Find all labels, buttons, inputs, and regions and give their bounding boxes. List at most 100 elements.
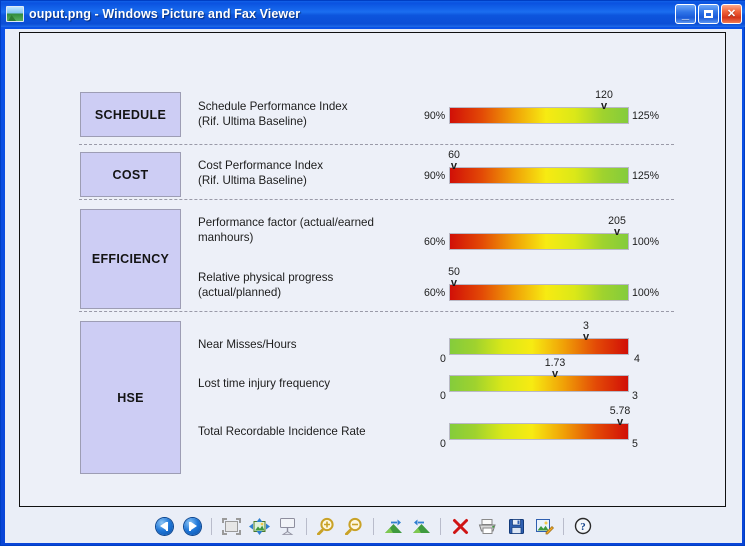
gauge-max-label: 100% [632, 236, 659, 248]
metric-label: Schedule Performance Index (Rif. Ultima … [198, 100, 418, 129]
gauge-marker: 3 v [583, 321, 589, 342]
rotate-ccw-icon [411, 518, 432, 535]
category-box-hse: HSE [80, 321, 181, 474]
actual-size-button[interactable] [248, 515, 270, 537]
best-fit-icon [222, 518, 241, 535]
gauge-min-label: 0 [440, 353, 446, 365]
maximize-button[interactable] [698, 4, 719, 24]
window-controls: _ ✕ [675, 4, 742, 24]
next-icon [184, 518, 201, 535]
previous-icon [156, 518, 173, 535]
close-button[interactable]: ✕ [721, 4, 742, 24]
metric-label: Relative physical progress (actual/plann… [198, 271, 413, 300]
category-box-efficiency: EFFICIENCY [80, 209, 181, 309]
picture-file-icon [6, 6, 24, 22]
gauge-bar [449, 284, 629, 301]
gauge-marker: 5.78 v [610, 406, 631, 427]
rotate-counterclockwise-button[interactable] [410, 515, 432, 537]
toolbar-separator [373, 518, 374, 535]
minimize-button[interactable]: _ [675, 4, 696, 24]
toolbar-separator [306, 518, 307, 535]
category-label: HSE [117, 391, 144, 405]
gauge-max-label: 4 [634, 353, 640, 365]
toolbar-separator [211, 518, 212, 535]
metric-label: Cost Performance Index (Rif. Ultima Base… [198, 159, 418, 188]
gauge-max-label: 125% [632, 170, 659, 182]
gauge-marker-caret: v [545, 369, 566, 379]
gauge-marker: 120 v [595, 90, 613, 111]
gauge-marker-caret: v [595, 101, 613, 111]
printer-icon [478, 518, 498, 535]
gauge-marker: 1.73 v [545, 358, 566, 379]
gauge-bar [449, 423, 629, 440]
window-title: ouput.png - Windows Picture and Fax View… [29, 7, 300, 21]
category-label: SCHEDULE [95, 108, 166, 122]
gauge-min-label: 90% [424, 110, 445, 122]
help-question-icon: ? [574, 517, 592, 535]
gauge-max-label: 5 [632, 438, 638, 450]
gauge-bar [449, 375, 629, 392]
actual-size-icon [249, 518, 270, 535]
gauge-min-label: 0 [440, 438, 446, 450]
section-divider [79, 311, 674, 312]
rotate-cw-icon [383, 518, 404, 535]
section-divider [79, 199, 674, 200]
gauge-marker-caret: v [608, 227, 626, 237]
best-fit-button[interactable] [220, 515, 242, 537]
gauge-marker-caret: v [448, 278, 460, 288]
gauge-bar [449, 338, 629, 355]
close-icon: ✕ [722, 5, 741, 23]
gauge-marker-caret: v [448, 161, 460, 171]
minimize-icon: _ [676, 5, 695, 23]
gauge-marker: 60 v [448, 150, 460, 171]
category-box-cost: COST [80, 152, 181, 197]
slideshow-icon [278, 517, 297, 535]
zoom-in-icon [317, 517, 336, 535]
gauge-min-label: 90% [424, 170, 445, 182]
category-label: EFFICIENCY [92, 252, 169, 266]
metric-label: Total Recordable Incidence Rate [198, 425, 418, 440]
metric-label: Performance factor (actual/earned manhou… [198, 216, 413, 245]
gauge-marker: 205 v [608, 216, 626, 237]
viewer-toolbar: ? [5, 509, 742, 543]
gauge-max-label: 100% [632, 287, 659, 299]
zoom-out-button[interactable] [343, 515, 365, 537]
category-box-schedule: SCHEDULE [80, 92, 181, 137]
client-area: SCHEDULE Schedule Performance Index (Rif… [5, 29, 742, 543]
start-slideshow-button[interactable] [276, 515, 298, 537]
toolbar-separator [440, 518, 441, 535]
gauge-max-label: 3 [632, 390, 638, 402]
section-divider [79, 144, 674, 145]
gauge-min-label: 60% [424, 236, 445, 248]
floppy-disk-icon [508, 518, 525, 535]
help-button[interactable]: ? [572, 515, 594, 537]
gauge-marker: 50 v [448, 267, 460, 288]
toolbar-separator [563, 518, 564, 535]
title-bar[interactable]: ouput.png - Windows Picture and Fax View… [1, 1, 745, 27]
gauge-marker-caret: v [610, 417, 631, 427]
save-as-button[interactable] [505, 515, 527, 537]
category-label: COST [113, 168, 149, 182]
gauge-min-label: 60% [424, 287, 445, 299]
gauge-marker-caret: v [583, 332, 589, 342]
gauge-max-label: 125% [632, 110, 659, 122]
zoom-in-button[interactable] [315, 515, 337, 537]
rotate-clockwise-button[interactable] [382, 515, 404, 537]
svg-text:?: ? [580, 521, 586, 533]
edit-image-button[interactable] [533, 515, 555, 537]
gauge-bar [449, 167, 629, 184]
gauge-bar [449, 233, 629, 250]
picture-viewer-window: ouput.png - Windows Picture and Fax View… [0, 0, 745, 546]
metric-label: Lost time injury frequency [198, 377, 418, 392]
previous-image-button[interactable] [153, 515, 175, 537]
displayed-image[interactable]: SCHEDULE Schedule Performance Index (Rif… [19, 32, 726, 507]
next-image-button[interactable] [181, 515, 203, 537]
zoom-out-icon [345, 517, 364, 535]
print-button[interactable] [477, 515, 499, 537]
metric-label: Near Misses/Hours [198, 338, 418, 353]
edit-image-icon [535, 518, 554, 535]
delete-button[interactable] [449, 515, 471, 537]
maximize-icon [699, 5, 718, 23]
delete-x-icon [452, 518, 469, 535]
gauge-min-label: 0 [440, 390, 446, 402]
